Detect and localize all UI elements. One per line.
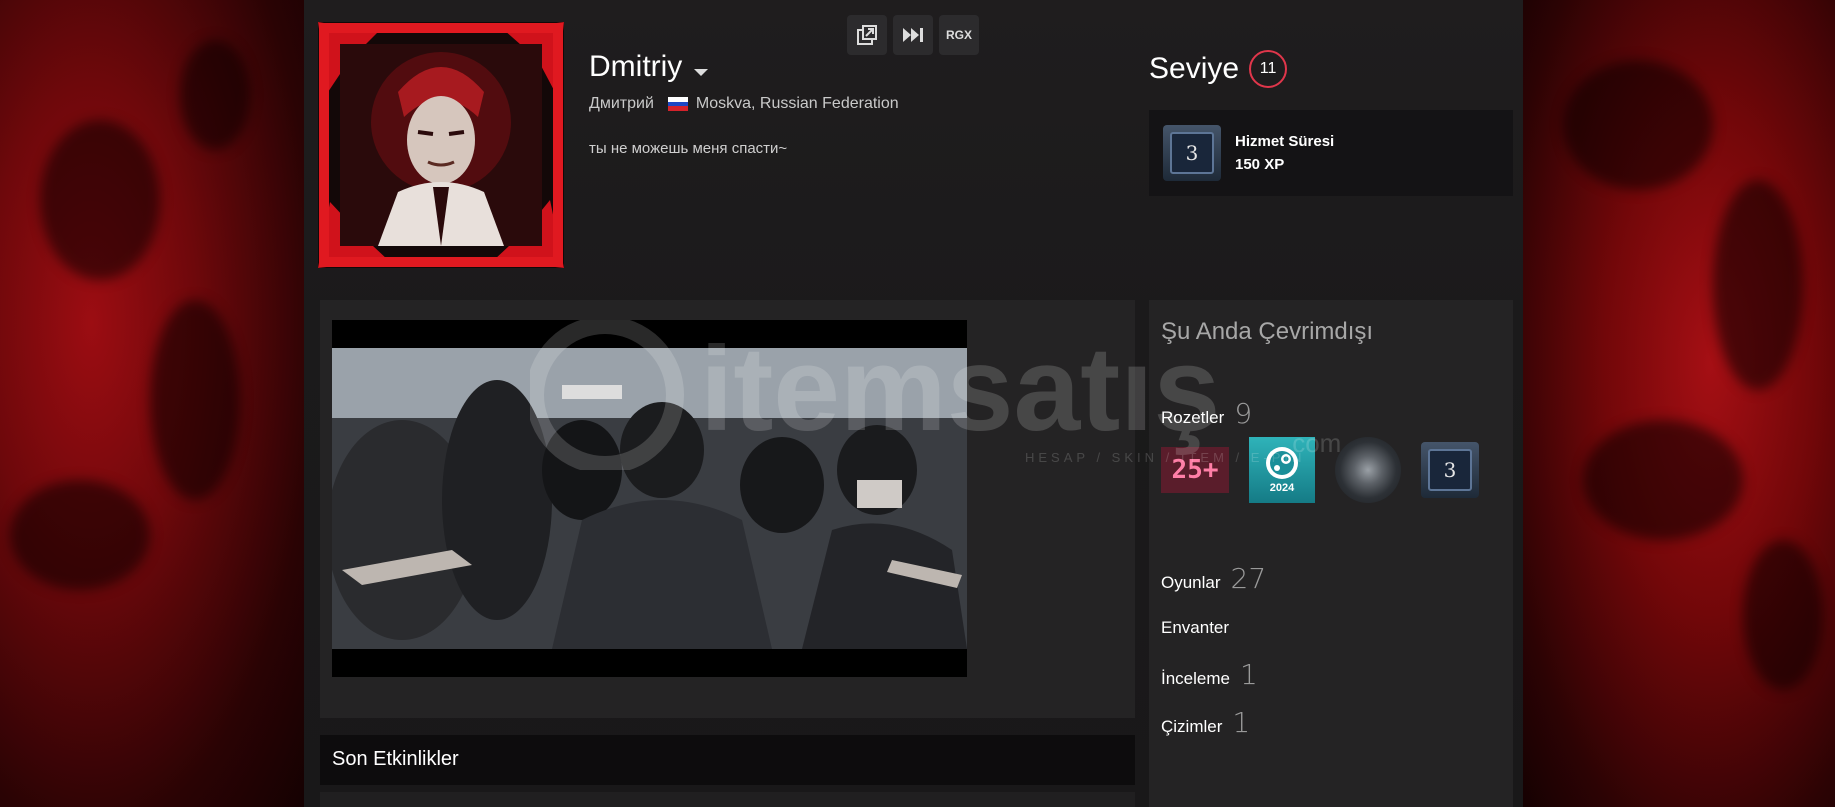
badge-years-service-icon[interactable]: 3 [1421, 442, 1479, 498]
location: Moskva, Russian Federation [695, 95, 899, 112]
recent-activity-header: Son Etkinlikler [320, 735, 1135, 785]
avatar-image [318, 22, 564, 268]
artwork-label: Çizimler [1161, 717, 1223, 736]
badge-25-plus-icon[interactable]: 25+ [1161, 447, 1229, 493]
profile-avatar[interactable] [318, 22, 564, 268]
badges-label: Rozetler [1161, 408, 1225, 427]
badge-year: 2024 [1269, 482, 1295, 494]
recent-activity-body [320, 792, 1135, 807]
reviews-count: 1 [1239, 658, 1258, 691]
showcase-video[interactable] [332, 320, 967, 677]
profile-page: Dmitriy Дмитрий Moskva, Russian Federati… [304, 0, 1523, 807]
favorite-badge[interactable]: 3 Hizmet Süresi 150 XP [1149, 110, 1513, 196]
favorite-badge-text: Hizmet Süresi 150 XP [1235, 133, 1334, 173]
profile-showcase [320, 300, 1135, 718]
reviews-label: İnceleme [1161, 669, 1230, 688]
artwork-link[interactable]: Çizimler 1 [1161, 706, 1250, 739]
level-badge[interactable]: 11 [1249, 50, 1288, 88]
persona-name[interactable]: Dmitriy [589, 50, 709, 84]
chevron-down-icon[interactable] [694, 68, 709, 76]
persona-name-text: Dmitriy [589, 50, 683, 83]
inventory-label: Envanter [1161, 618, 1230, 637]
top-button-group: RGX [847, 15, 979, 55]
skip-forward-icon [903, 28, 923, 42]
badge-number: 3 [1170, 132, 1214, 174]
reviews-link[interactable]: İnceleme 1 [1161, 658, 1258, 691]
profile-summary: ты не можешь меня спасти~ [589, 140, 788, 157]
years-of-service-badge-icon: 3 [1163, 125, 1221, 181]
badge-tire-icon[interactable] [1335, 437, 1401, 503]
badges-count: 9 [1234, 397, 1253, 430]
inventory-link[interactable]: Envanter [1161, 618, 1229, 638]
games-link[interactable]: Oyunlar 27 [1161, 562, 1266, 595]
games-count: 27 [1230, 562, 1267, 595]
real-name-row: Дмитрий Moskva, Russian Federation [589, 95, 899, 113]
badge-years-number: 3 [1428, 449, 1472, 491]
level-display: Seviye 11 [1149, 50, 1288, 88]
artwork-count: 1 [1232, 706, 1251, 739]
external-link-icon [857, 25, 877, 45]
badge-steam-2024-icon[interactable]: 2024 [1249, 437, 1315, 503]
profile-right-column: Şu Anda Çevrimdışı Rozetler 9 25+ 2024 3 [1149, 300, 1513, 807]
steam-logo-icon [1266, 447, 1298, 479]
level-label: Seviye [1149, 52, 1240, 85]
badge-list: 25+ 2024 3 [1161, 437, 1479, 503]
background-left [0, 0, 304, 807]
games-label: Oyunlar [1161, 573, 1221, 592]
real-name: Дмитрий [589, 95, 654, 112]
external-link-button[interactable] [847, 15, 887, 55]
russia-flag-icon [667, 97, 688, 112]
online-status: Şu Anda Çevrimdışı [1161, 318, 1374, 345]
favorite-badge-xp: 150 XP [1235, 156, 1285, 173]
background-right [1523, 0, 1835, 807]
rgx-button[interactable]: RGX [939, 15, 979, 55]
badges-link[interactable]: Rozetler 9 [1161, 397, 1252, 430]
video-frame [332, 320, 967, 677]
skip-forward-button[interactable] [893, 15, 933, 55]
favorite-badge-title: Hizmet Süresi [1235, 133, 1335, 150]
